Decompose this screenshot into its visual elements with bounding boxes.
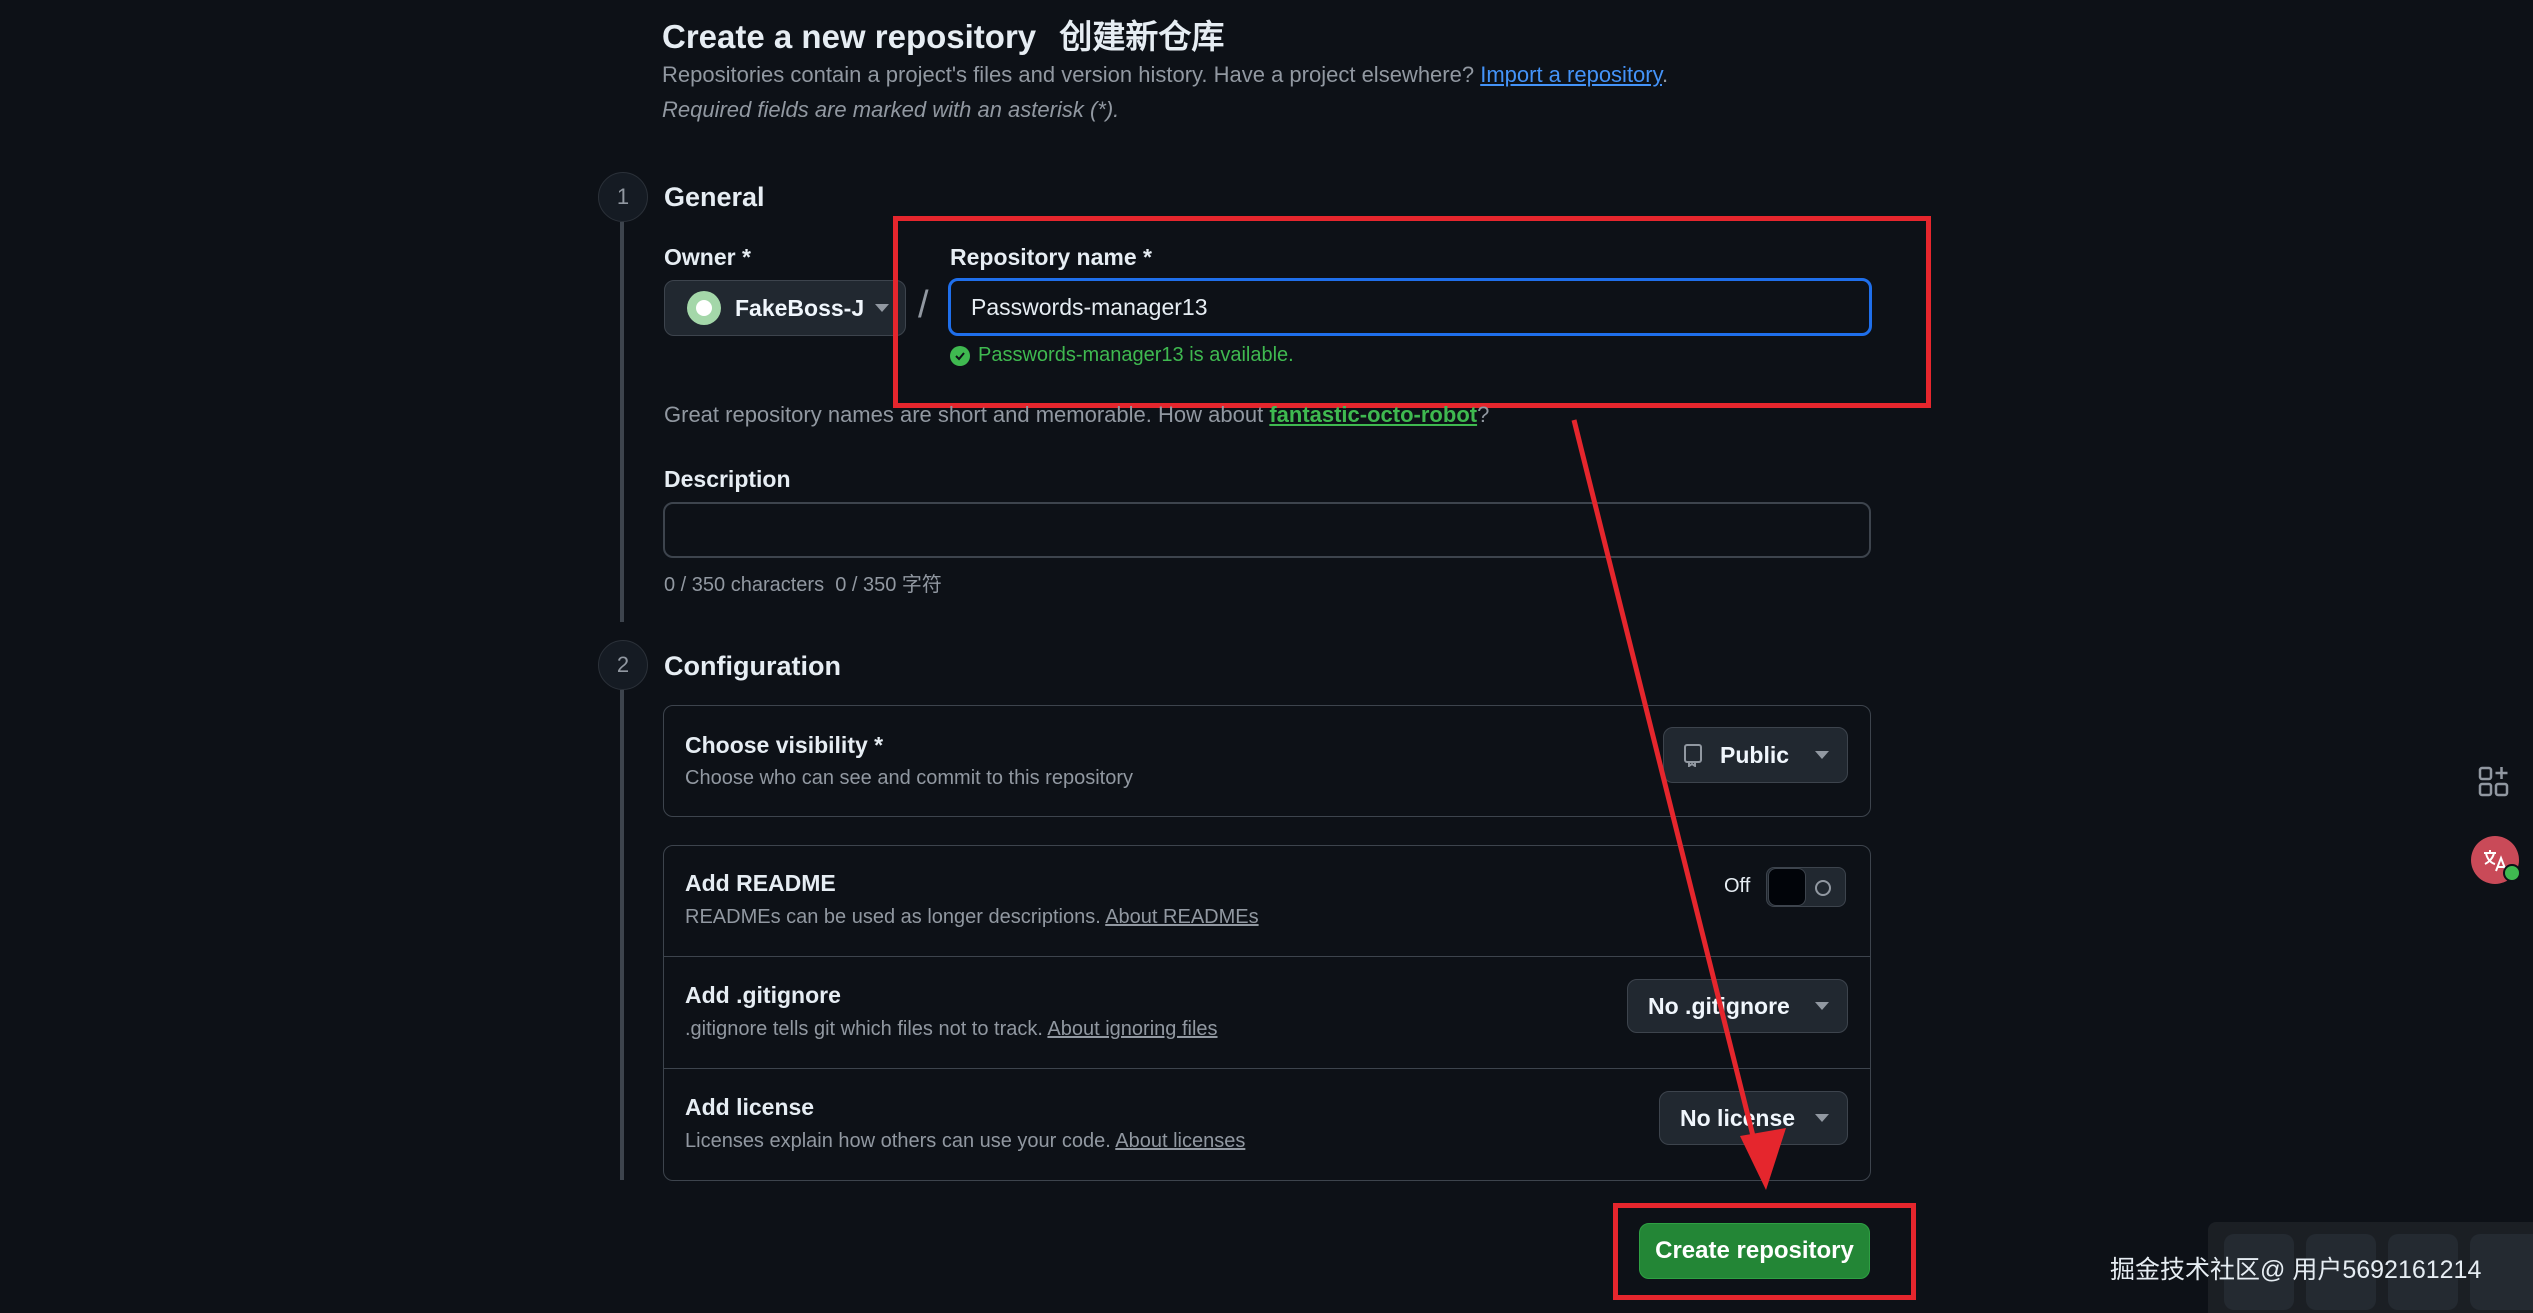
annotation-arrow [1571,419,1786,1190]
watermark: 掘金技术社区@ 用户5692161214 [2110,1256,2482,1284]
status-dot [2503,864,2521,882]
apps-add-icon[interactable] [2476,764,2512,800]
translate-icon[interactable] [2471,836,2521,884]
